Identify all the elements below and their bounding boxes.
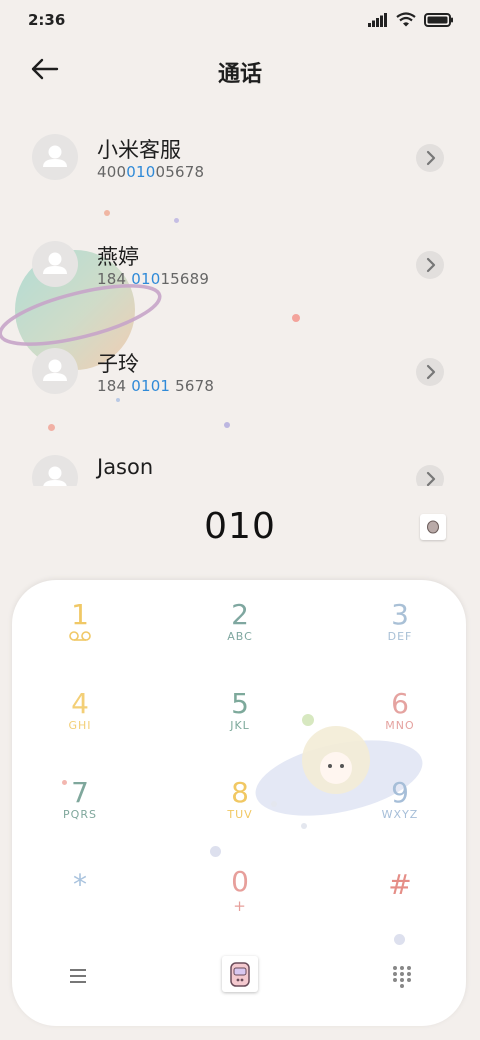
chevron-right-icon	[426, 364, 436, 380]
signal-icon	[368, 12, 387, 27]
contact-name: 燕婷	[97, 245, 139, 269]
menu-button[interactable]	[66, 964, 90, 988]
contact-detail-button[interactable]	[416, 251, 444, 279]
key-2[interactable]: 2 ABC	[185, 598, 295, 678]
person-icon	[43, 145, 67, 167]
dialed-number: 010	[204, 506, 276, 547]
avatar	[32, 134, 78, 180]
avatar	[32, 455, 78, 486]
key-7[interactable]: 7 PQRS	[25, 776, 135, 856]
key-8[interactable]: 8 TUV	[185, 776, 295, 856]
chevron-right-icon	[426, 150, 436, 166]
status-icons	[368, 12, 454, 27]
contact-row[interactable]: 子玲 184 0101 5678	[0, 344, 480, 434]
contact-number: 184 0101 5678	[97, 377, 215, 395]
call-button[interactable]	[222, 956, 258, 992]
contact-detail-button[interactable]	[416, 465, 444, 486]
person-icon	[43, 466, 67, 486]
key-5[interactable]: 5 JKL	[185, 687, 295, 767]
call-sticker-icon	[230, 962, 250, 987]
key-star[interactable]: *	[25, 868, 135, 948]
key-9[interactable]: 9 WXYZ	[345, 776, 455, 856]
delete-button[interactable]	[420, 514, 446, 540]
key-6[interactable]: 6 MNO	[345, 687, 455, 767]
contact-row[interactable]: 小米客服 40001005678	[0, 130, 480, 220]
contact-name: 子玲	[97, 352, 139, 376]
key-3[interactable]: 3 DEF	[345, 598, 455, 678]
contact-name: 小米客服	[97, 138, 181, 162]
key-1[interactable]: 1	[25, 598, 135, 678]
number-match: 010	[126, 163, 156, 181]
person-icon	[43, 359, 67, 381]
chevron-right-icon	[426, 471, 436, 486]
key-4[interactable]: 4 GHI	[25, 687, 135, 767]
contact-list: 小米客服 40001005678 燕婷 184 01015689 子玲 184 …	[0, 120, 480, 486]
sticker-icon	[427, 520, 439, 534]
dialpad-toggle-button[interactable]	[390, 964, 414, 988]
number-match: 010	[131, 270, 161, 288]
battery-icon	[424, 12, 453, 27]
dialpad-icon	[393, 966, 411, 988]
contact-detail-button[interactable]	[416, 144, 444, 172]
contact-detail-button[interactable]	[416, 358, 444, 386]
number-match: 0101	[131, 377, 171, 395]
dial-keypad: 1 2 ABC 3 DEF 4 GHI 5 JKL 6 MNO 7 PQRS 8…	[12, 580, 466, 1026]
avatar	[32, 348, 78, 394]
status-time: 2:36	[28, 11, 66, 29]
contact-number: 40001005678	[97, 163, 205, 181]
page-title: 通话	[217, 62, 262, 87]
chevron-right-icon	[426, 257, 436, 273]
contact-row[interactable]: 燕婷 184 01015689	[0, 237, 480, 327]
person-icon	[43, 252, 67, 274]
contact-number: 184 01015689	[97, 270, 210, 288]
key-0[interactable]: 0 +	[185, 865, 295, 945]
wifi-icon	[396, 12, 416, 27]
contact-row[interactable]: Jason	[0, 451, 480, 486]
contact-name: Jason	[97, 455, 154, 479]
key-hash[interactable]: #	[345, 868, 455, 948]
menu-icon	[70, 969, 86, 983]
avatar	[32, 241, 78, 287]
